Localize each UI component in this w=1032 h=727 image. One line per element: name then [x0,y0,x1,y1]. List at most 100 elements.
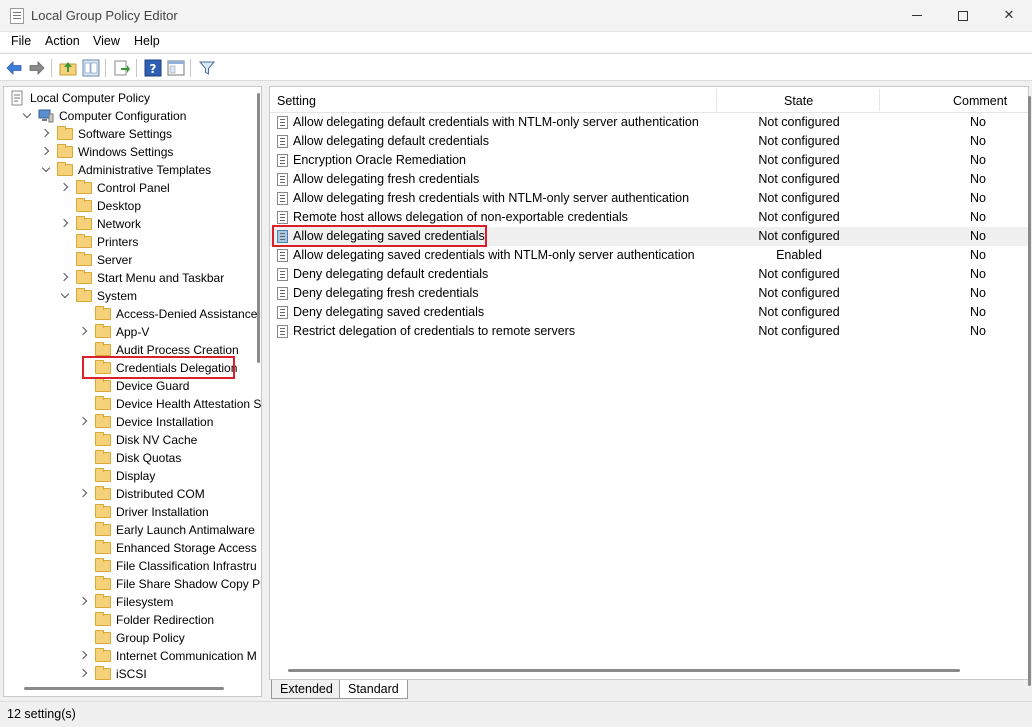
chevron-right-icon[interactable] [79,669,89,679]
properties-window-icon[interactable] [167,59,185,77]
chevron-right-icon[interactable] [41,147,51,157]
export-list-icon[interactable] [113,59,131,77]
tree-item[interactable]: Control Panel [4,179,254,197]
tree-item[interactable]: Internet Communication M [4,647,257,665]
tree-item[interactable]: Early Launch Antimalware [4,521,255,539]
chevron-right-icon[interactable] [79,651,89,661]
policy-row[interactable]: Restrict delegation of credentials to re… [270,322,1028,341]
policy-row[interactable]: Allow delegating fresh credentials with … [270,189,1028,208]
policy-row[interactable]: Allow delegating default credentials Not … [270,132,1028,151]
tree-item[interactable]: Windows Settings [4,143,254,161]
show-hide-console-tree-icon[interactable] [82,59,100,77]
tree-item[interactable]: Display [4,467,254,485]
tab-standard[interactable]: Standard [339,680,408,699]
tree-item[interactable]: Device Installation [4,413,254,431]
close-button[interactable]: ✕ [986,0,1032,32]
chevron-right-icon[interactable] [60,183,70,193]
tree-item[interactable]: File Classification Infrastru [4,557,257,575]
tree-item[interactable]: Device Guard [4,377,254,395]
back-arrow-icon[interactable] [5,59,23,77]
tree-item[interactable]: Distributed COM [4,485,254,503]
list-vertical-scrollbar[interactable] [1028,96,1031,686]
chevron-right-icon[interactable] [60,219,70,229]
policy-setting-icon [277,173,288,186]
chevron-down-icon[interactable] [41,165,51,175]
tree-item[interactable]: Server [4,251,254,269]
policy-row[interactable]: Deny delegating fresh credentials Not con… [270,284,1028,303]
policy-setting-icon [277,306,288,319]
toolbar-separator [190,59,191,77]
chevron-down-icon[interactable] [60,291,70,301]
tree-item[interactable]: Computer Configuration [4,107,254,125]
menu-view[interactable]: View [93,34,120,48]
minimize-button[interactable] [894,0,940,32]
maximize-button[interactable] [940,0,986,32]
policy-row[interactable]: Allow delegating saved credentials with … [270,246,1028,265]
tree-item[interactable]: App-V [4,323,254,341]
tree-item-label: Display [116,469,156,483]
forward-arrow-icon[interactable] [28,59,46,77]
tab-extended[interactable]: Extended [271,680,342,699]
menu-action[interactable]: Action [45,34,80,48]
chevron-down-icon[interactable] [22,111,32,121]
tree-item[interactable]: Administrative Templates [4,161,254,179]
policy-state: Not configured [758,172,840,186]
policy-row[interactable]: Encryption Oracle Remediation Not configu… [270,151,1028,170]
chevron-right-icon[interactable] [79,597,89,607]
window-title: Local Group Policy Editor [31,8,178,23]
column-header-setting[interactable]: Setting [277,94,316,108]
tree-item[interactable]: Network [4,215,254,233]
policy-row[interactable]: Deny delegating saved credentials Not con… [270,303,1028,322]
chevron-right-icon[interactable] [79,327,89,337]
tree-item-label: Desktop [97,199,142,213]
column-header-comment[interactable]: Comment [953,94,1007,108]
tree-item[interactable]: Device Health Attestation S [4,395,261,413]
chevron-right-icon[interactable] [41,129,51,139]
tree-item-label: Local Computer Policy [30,91,151,105]
tree-item[interactable]: Group Policy [4,629,254,647]
policy-row[interactable]: Allow delegating default credentials wit… [270,113,1028,132]
tree-item[interactable]: Folder Redirection [4,611,254,629]
status-bar: 12 setting(s) [0,701,1032,727]
chevron-right-icon[interactable] [79,489,89,499]
folder-icon [57,162,73,176]
list-horizontal-scrollbar[interactable] [288,669,960,672]
tree-item[interactable]: Local Computer Policy [4,89,254,107]
tree-item[interactable]: Disk NV Cache [4,431,254,449]
policy-row[interactable]: Allow delegating fresh credentials Not co… [270,170,1028,189]
tree-item[interactable]: Printers [4,233,254,251]
tree-horizontal-scrollbar[interactable] [24,687,224,690]
tree-item[interactable]: File Share Shadow Copy Pr [4,575,261,593]
menu-help[interactable]: Help [134,34,160,48]
row-highlight-box [272,225,487,247]
tree-item[interactable]: Access-Denied Assistance [4,305,257,323]
policy-name: Deny delegating saved credentials [293,305,485,319]
column-header-state[interactable]: State [784,94,813,108]
column-separator[interactable] [716,89,717,111]
tree-item[interactable]: Driver Installation [4,503,254,521]
policy-state: Not configured [758,305,840,319]
tree-item[interactable]: Desktop [4,197,254,215]
tree-item[interactable]: Disk Quotas [4,449,254,467]
help-icon[interactable]: ? [144,59,162,77]
menu-file[interactable]: File [11,34,31,48]
tree-item[interactable]: Software Settings [4,125,254,143]
filter-icon[interactable] [198,59,216,77]
folder-icon [95,558,111,572]
chevron-right-icon[interactable] [79,417,89,427]
up-folder-icon[interactable] [59,59,77,77]
folder-icon [57,126,73,140]
tree-item[interactable]: Start Menu and Taskbar [4,269,254,287]
policy-comment: No [970,305,986,319]
policy-row[interactable]: Deny delegating default credentials Not c… [270,265,1028,284]
tree-vertical-scrollbar[interactable] [257,93,260,363]
tree-item[interactable]: System [4,287,254,305]
chevron-right-icon[interactable] [60,273,70,283]
tree-item[interactable]: Filesystem [4,593,254,611]
tree-item-label: Start Menu and Taskbar [97,271,225,285]
console-tree[interactable]: Local Computer Policy Computer Configurat… [3,86,262,697]
tree-item[interactable]: iSCSI [4,665,254,683]
column-separator[interactable] [879,89,880,111]
tree-item[interactable]: Enhanced Storage Access [4,539,257,557]
tree-item-label: Server [97,253,133,267]
